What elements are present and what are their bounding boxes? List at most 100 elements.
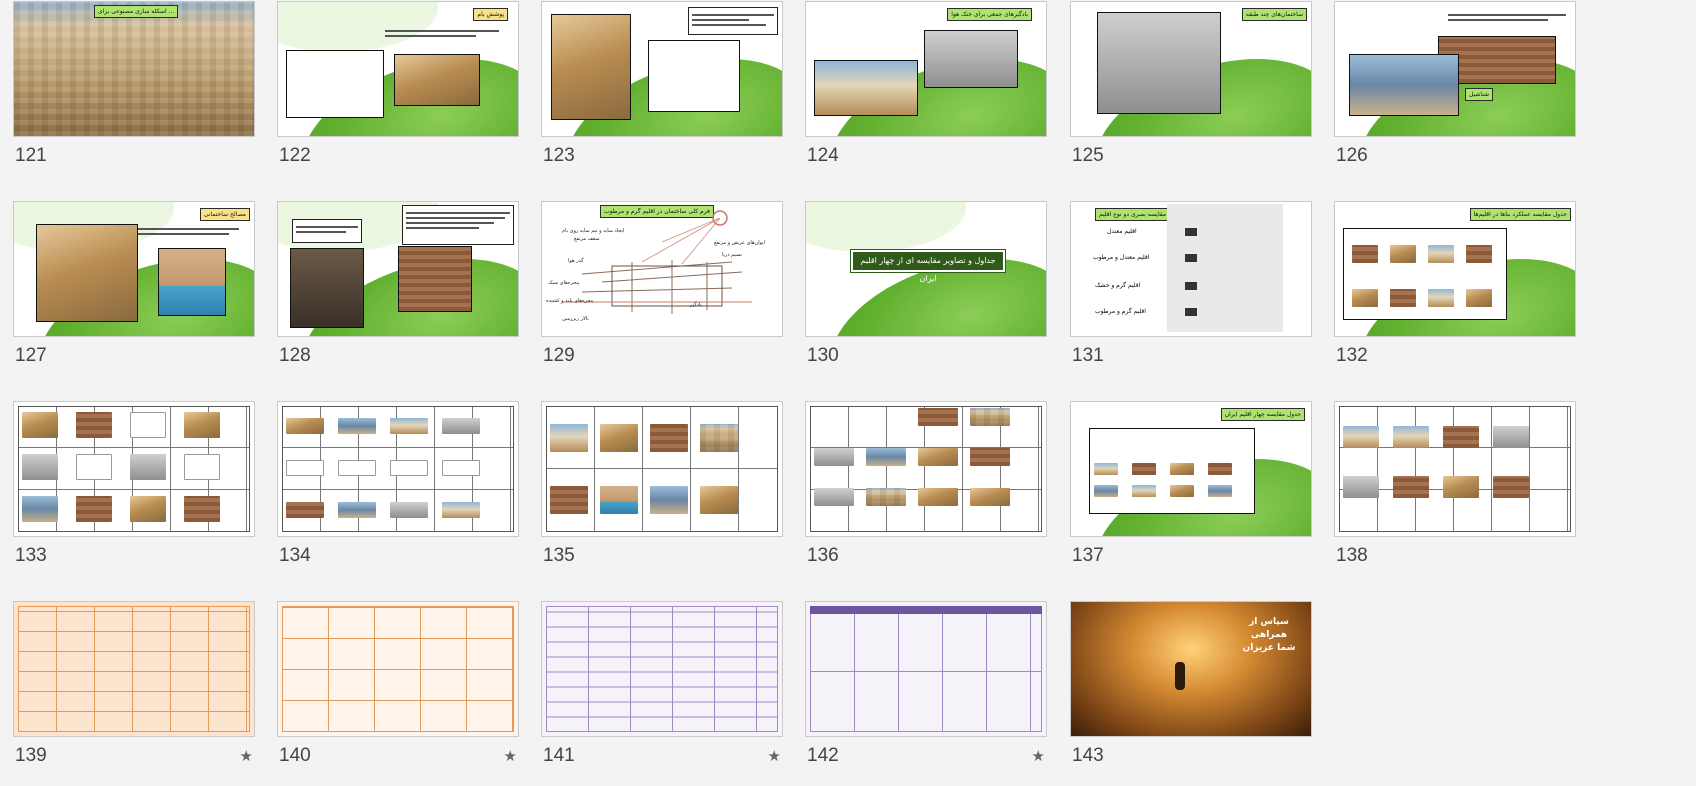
star-icon[interactable]: ★	[504, 747, 517, 765]
slide-thumbnail[interactable]: اسکله سازی مصنوعی برای ...	[13, 1, 255, 137]
slide-number: 130	[807, 345, 839, 366]
slide-number: 123	[543, 145, 575, 166]
slide-123[interactable]: 123	[541, 1, 783, 166]
star-icon[interactable]: ★	[1032, 747, 1045, 765]
star-icon[interactable]: ★	[768, 747, 781, 765]
slide-122[interactable]: پوشش بام 122	[277, 1, 519, 166]
slide-number: 122	[279, 145, 311, 166]
slide-number: 137	[1072, 545, 1104, 566]
closing-text: سپاس از همراهی شما عزیزان	[1242, 617, 1296, 653]
slide-number: 127	[15, 345, 47, 366]
photo	[924, 30, 1018, 88]
climate-label: اقلیم معتدل و مرطوب	[1093, 254, 1150, 261]
comparison-table	[546, 606, 778, 732]
star-icon[interactable]: ★	[240, 747, 253, 765]
decoration	[806, 202, 966, 252]
slide-number: 133	[15, 545, 47, 566]
photo	[551, 14, 631, 120]
slide-thumbnail[interactable]: پوشش بام	[277, 1, 519, 137]
section-title: جداول و تصاویر مقایسه ای از چهار اقلیم ا…	[851, 250, 1005, 283]
slide-142[interactable]: 142 ★	[805, 601, 1047, 766]
photo	[1349, 54, 1459, 116]
slide-thumbnail[interactable]	[805, 401, 1047, 537]
annotation: ایوان‌های عریض و مرتفع	[714, 240, 765, 246]
slide-133[interactable]: 133	[13, 401, 255, 566]
slide-thumbnail[interactable]	[805, 601, 1047, 737]
slide-thumbnail[interactable]	[541, 1, 783, 137]
slide-136[interactable]: 136	[805, 401, 1047, 566]
table-header	[810, 606, 1042, 614]
slide-number: 134	[279, 545, 311, 566]
slide-thumbnail[interactable]: جدول مقایسه چهار اقلیم ایران	[1070, 401, 1312, 537]
slide-thumbnail[interactable]	[13, 601, 255, 737]
slide-thumbnail[interactable]: فرم کلی ساختمان در اقلیم گرم و مرطوب ایج…	[541, 201, 783, 337]
slide-number: 136	[807, 545, 839, 566]
slide-tag: جدول مقایسه عملکرد بناها در اقلیم‌ها	[1469, 208, 1571, 221]
slide-thumbnail[interactable]: شناشیل	[1334, 1, 1576, 137]
slide-137[interactable]: جدول مقایسه چهار اقلیم ایران 137	[1070, 401, 1312, 566]
photo	[1097, 12, 1221, 114]
comparison-table	[282, 606, 514, 732]
slide-number: 139	[15, 745, 47, 766]
text-box	[402, 205, 514, 245]
comparison-table	[810, 606, 1042, 732]
slide-thumbnail[interactable]: مصالح ساختمانی	[13, 201, 255, 337]
text-box	[292, 219, 362, 243]
slide-sorter-grid: اسکله سازی مصنوعی برای ... 121 پوشش بام …	[0, 0, 1696, 786]
slide-thumbnail[interactable]: بادگیرهای جمعی برای خنک هوا	[805, 1, 1047, 137]
slide-139[interactable]: 139 ★	[13, 601, 255, 766]
figure	[1175, 662, 1185, 690]
annotation: تالار زیرزمین	[562, 316, 589, 322]
slide-127[interactable]: مصالح ساختمانی 127	[13, 201, 255, 366]
comparison-table	[1343, 228, 1507, 320]
slide-number: 140	[279, 745, 311, 766]
slide-tag: مصالح ساختمانی	[199, 208, 250, 221]
slide-thumbnail[interactable]: جداول و تصاویر مقایسه ای از چهار اقلیم ا…	[805, 201, 1047, 337]
slide-number: 126	[1336, 145, 1368, 166]
climate-label: اقلیم معتدل	[1107, 228, 1137, 235]
slide-number: 129	[543, 345, 575, 366]
slide-143[interactable]: سپاس از همراهی شما عزیزان 143	[1070, 601, 1312, 766]
text-box	[382, 24, 502, 46]
slide-number: 124	[807, 145, 839, 166]
slide-thumbnail[interactable]: جدول مقایسه عملکرد بناها در اقلیم‌ها	[1334, 201, 1576, 337]
slide-number: 128	[279, 345, 311, 366]
slide-thumbnail[interactable]	[277, 401, 519, 537]
slide-128[interactable]: 128	[277, 201, 519, 366]
slide-number: 131	[1072, 345, 1104, 366]
slide-tag: پوشش بام	[473, 8, 508, 21]
slide-thumbnail[interactable]: سپاس از همراهی شما عزیزان	[1070, 601, 1312, 737]
slide-tag: جدول مقایسه چهار اقلیم ایران	[1220, 408, 1305, 421]
diagram-image	[648, 40, 740, 112]
slide-thumbnail[interactable]	[277, 201, 519, 337]
slide-132[interactable]: جدول مقایسه عملکرد بناها در اقلیم‌ها 132	[1334, 201, 1576, 366]
slide-138[interactable]: 138	[1334, 401, 1576, 566]
slide-thumbnail[interactable]	[541, 401, 783, 537]
slide-thumbnail[interactable]	[541, 601, 783, 737]
slide-number: 138	[1336, 545, 1368, 566]
comparison-table	[18, 606, 250, 732]
slide-134[interactable]: 134	[277, 401, 519, 566]
annotation: سقف مرتفع	[574, 236, 600, 242]
slide-131[interactable]: جدول مقایسه بصری دو نوع اقلیم اقلیم معتد…	[1070, 201, 1312, 366]
photo	[36, 224, 138, 322]
slide-thumbnail[interactable]: ساختمان‌های چند طبقه	[1070, 1, 1312, 137]
slide-number: 121	[15, 145, 47, 166]
slide-thumbnail[interactable]: جدول مقایسه بصری دو نوع اقلیم اقلیم معتد…	[1070, 201, 1312, 337]
slide-tag: شناشیل	[1465, 88, 1494, 101]
slide-126[interactable]: شناشیل 126	[1334, 1, 1576, 166]
annotation: ایجاد سایه و نیم سایه روی بام	[562, 228, 625, 234]
slide-thumbnail[interactable]	[13, 401, 255, 537]
annotation: نسیم دریا	[722, 252, 742, 258]
slide-141[interactable]: 141 ★	[541, 601, 783, 766]
slide-129[interactable]: فرم کلی ساختمان در اقلیم گرم و مرطوب ایج…	[541, 201, 783, 366]
slide-thumbnail[interactable]	[277, 601, 519, 737]
slide-number: 143	[1072, 745, 1104, 766]
slide-124[interactable]: بادگیرهای جمعی برای خنک هوا 124	[805, 1, 1047, 166]
slide-140[interactable]: 140 ★	[277, 601, 519, 766]
slide-130[interactable]: جداول و تصاویر مقایسه ای از چهار اقلیم ا…	[805, 201, 1047, 366]
slide-125[interactable]: ساختمان‌های چند طبقه 125	[1070, 1, 1312, 166]
slide-121[interactable]: اسکله سازی مصنوعی برای ... 121	[13, 1, 255, 166]
slide-thumbnail[interactable]	[1334, 401, 1576, 537]
slide-135[interactable]: 135	[541, 401, 783, 566]
